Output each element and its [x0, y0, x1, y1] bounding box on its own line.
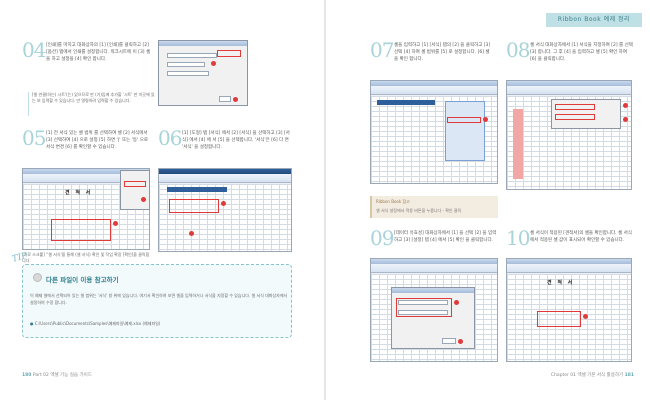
highlighted-column	[513, 109, 523, 179]
highlight-box	[396, 298, 452, 317]
callout-badge	[211, 61, 216, 66]
memo-body: 셀 서식 설정에서 적용 버튼을 누릅니다 - 확인 클릭	[376, 208, 462, 213]
book-spread: 04 [인쇄]를 마치고 대화상자의 [1] [인쇄]를 클릭하고 [2] [옵…	[0, 0, 650, 400]
callout-badge	[233, 97, 238, 102]
doc-title: 견 적 서	[65, 190, 93, 196]
step-number-06: 06	[158, 126, 182, 150]
ribbon	[507, 264, 631, 273]
callout-badge	[141, 197, 146, 202]
step-number-04: 04	[22, 38, 46, 62]
right-page: Ribbon Book 예제 정리 07 셀을 입력하고 [1] [서식] 탭의…	[326, 0, 650, 400]
step-number-10: 10	[506, 226, 530, 250]
screenshot-09	[370, 258, 498, 362]
screenshot-06	[158, 168, 292, 252]
callout-badge	[113, 221, 118, 226]
footer-left: 180 Part 02 엑셀 기능 실습 가이드	[22, 372, 92, 378]
callout-badge	[623, 117, 628, 122]
step-text-09: [데이터 유효성] 대화상자에서 [1] 을 선택 [2] 을 입력하고 [3]…	[394, 231, 497, 243]
highlight-box	[555, 114, 595, 120]
callout-badge	[189, 231, 194, 236]
header-tab: Ribbon Book 예제 정리	[546, 13, 642, 27]
step-number-08: 08	[506, 38, 530, 62]
callout-badge	[221, 201, 226, 206]
caption-05: [가로 스크롤] ''셀 서식'을 통해 (셀 서식) 확인 및 작업 확장 […	[22, 252, 150, 263]
spreadsheet-grid	[159, 184, 291, 251]
tip-body: 이 예제 셀에서 선택되어 있는 셀 범위는 '서식' 창 위에 있습니다. 여…	[30, 293, 288, 305]
bullet-icon: ●	[30, 321, 34, 326]
step-text-05: [1] 전 서식 있는 셀 범위 를 선택하여 셀 [2] 서식에서 [3] 선…	[46, 131, 148, 150]
screenshot-08	[506, 80, 632, 190]
cd-icon	[33, 273, 42, 282]
doc-title: 견 적 서	[547, 280, 575, 286]
ribbon	[159, 174, 291, 183]
step-number-05: 05	[22, 126, 46, 150]
validation-dialog	[391, 287, 475, 349]
step-text-08: 셀 서식 대화상자에서 [1] 서식을 지정하여 [2] 를 선택 [3] 합니…	[530, 43, 633, 62]
dialog-field	[167, 71, 209, 76]
ribbon	[371, 264, 497, 273]
memo-title: Ribbon Book 참고	[376, 199, 410, 204]
step-text-06: [1] [도형] 탭 [서식] 에서 [2] [서식] 을 선택하고 [3] […	[182, 131, 290, 150]
page-number: 181	[624, 373, 634, 378]
dialog-header	[167, 187, 227, 192]
format-popup	[120, 170, 150, 210]
table-header	[377, 100, 435, 105]
highlight-box	[51, 219, 111, 241]
highlight-box	[537, 311, 581, 327]
left-page: 04 [인쇄]를 마치고 대화상자의 [1] [인쇄]를 클릭하고 [2] [옵…	[0, 0, 324, 400]
callout-badge	[458, 339, 463, 344]
dialog-field	[167, 62, 205, 67]
highlight-box	[217, 50, 241, 57]
callout-badge	[454, 300, 459, 305]
callout-badge	[483, 117, 488, 122]
ok-button	[442, 338, 456, 344]
step-text-04: [인쇄]를 마치고 대화상자의 [1] [인쇄]를 클릭하고 [2] [옵션] …	[46, 43, 151, 62]
highlight-box	[447, 117, 481, 123]
dialog-titlebar	[392, 288, 474, 293]
screenshot-dialog-04	[158, 40, 248, 106]
footer-chapter: Chapter 01 엑셀 기본 서식 활용하기	[550, 373, 624, 378]
screenshot-10: 견 적 서	[506, 258, 632, 362]
format-panel	[445, 101, 485, 161]
step-note-04: [셀 연결(하는) 시트'(는) 있으므로 만 (기)입에 추가할 '시트' 만…	[28, 92, 156, 116]
highlight-box	[555, 104, 595, 110]
step-number-07: 07	[370, 38, 394, 62]
footer-right: Chapter 01 엑셀 기본 서식 활용하기 181	[551, 372, 634, 378]
dropdown-menu	[551, 99, 621, 129]
tip-path: ● C:\Users\Public\Documents\Samples\예제파일…	[30, 321, 160, 327]
page-number: 180	[22, 373, 32, 378]
highlight-box	[169, 199, 219, 213]
tip-path-text: C:\Users\Public\Documents\Samples\예제파일\예…	[34, 321, 161, 326]
step-number-09: 09	[370, 226, 394, 250]
ok-button	[219, 96, 231, 102]
step-text-07: 셀을 입력하고 [1] [서식] 탭의 [2] 을 클릭하고 [3] 선택 [4…	[394, 43, 491, 62]
memo-box: Ribbon Book 참고 셀 서식 설정에서 적용 버튼을 누릅니다 - 확…	[370, 196, 498, 218]
highlight-box	[124, 181, 146, 187]
callout-badge	[623, 103, 628, 108]
screenshot-07	[370, 80, 498, 184]
ribbon	[371, 86, 497, 95]
footer-section: Part 02 엑셀 기능 실습 가이드	[32, 373, 92, 378]
dialog-titlebar	[159, 41, 247, 46]
callout-badge	[583, 314, 588, 319]
tip-heading: 다른 파일이 이용 참고하기	[46, 276, 119, 284]
step-text-10: 셀 서식이 적용된 [견적서]의 셀을 확인합니다. 셀 서식에서 적용된 셀 …	[530, 231, 632, 243]
ribbon	[507, 86, 631, 95]
dialog-field	[167, 53, 217, 58]
